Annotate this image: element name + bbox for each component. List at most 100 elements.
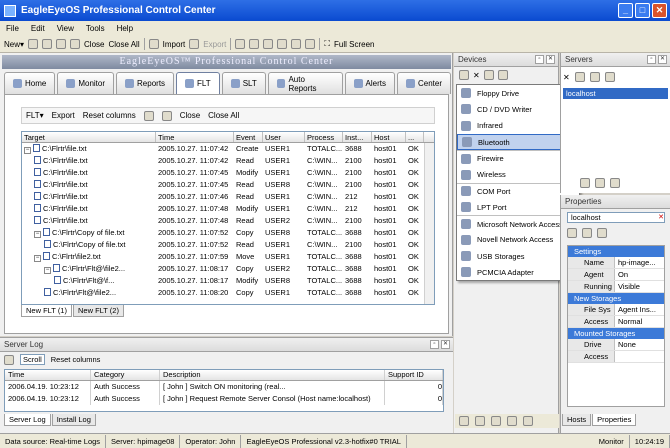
close-icon[interactable]: ✕ <box>441 340 450 349</box>
lock-icon[interactable] <box>263 39 274 49</box>
print-icon[interactable] <box>235 39 246 49</box>
properties-object-select[interactable]: localhost ✕ <box>567 212 665 223</box>
collapse-icon[interactable]: − <box>44 267 51 274</box>
close-icon[interactable]: ✕ <box>658 213 664 222</box>
column-time[interactable]: Time <box>156 132 234 142</box>
table-row[interactable]: C:\Flrtr\file.txt 2005.10.27. 11:07:45 Rea… <box>22 179 434 191</box>
box-icon[interactable] <box>610 178 620 188</box>
property-value[interactable]: Visible <box>615 281 640 292</box>
stop-icon[interactable] <box>291 39 302 49</box>
key-icon[interactable] <box>459 416 469 426</box>
collapse-icon[interactable]: − <box>34 231 41 238</box>
tab-home[interactable]: Home <box>4 72 56 94</box>
menu-help[interactable]: Help <box>117 24 133 33</box>
tab-server-log[interactable]: Server Log <box>4 414 51 426</box>
tab-flt[interactable]: FLT <box>176 72 220 94</box>
database-icon[interactable] <box>580 178 590 188</box>
table-row[interactable]: C:\Flrtr\Flt@\f... 2005.10.27. 11:08:17 Mo… <box>22 275 434 287</box>
tab-install-log[interactable]: Install Log <box>51 414 96 426</box>
save-icon[interactable] <box>28 39 39 49</box>
pin-icon[interactable]: ▫ <box>647 55 656 64</box>
property-value[interactable]: On <box>615 269 628 280</box>
menu-view[interactable]: View <box>57 24 74 33</box>
tab-properties[interactable]: Properties <box>592 414 637 426</box>
column-support-id[interactable]: Support ID <box>385 370 443 380</box>
table-row[interactable]: − C:\Flrtr\Copy of file.txt 2005.10.27. 11… <box>22 227 434 239</box>
column-user[interactable]: User <box>263 132 305 142</box>
column-target[interactable]: Target <box>22 132 156 142</box>
connect-icon[interactable] <box>574 72 585 82</box>
edit-icon[interactable] <box>597 228 607 238</box>
flt-export-button[interactable]: Export <box>52 111 75 120</box>
export-button[interactable]: Export <box>203 40 226 49</box>
tab-center[interactable]: Center <box>396 72 451 94</box>
property-row[interactable]: Name hp-image... <box>568 257 664 269</box>
close-icon[interactable]: ✕ <box>546 55 555 64</box>
remove-icon[interactable]: ✕ <box>563 73 570 82</box>
log-reset-columns-button[interactable]: Reset columns <box>51 355 101 364</box>
close-all-button[interactable]: Close All <box>108 40 139 49</box>
property-value[interactable] <box>615 351 618 362</box>
device-dropdown-icon[interactable] <box>459 70 469 80</box>
server-item-localhost[interactable]: localhost <box>563 88 668 99</box>
reset-columns-button[interactable]: Reset columns <box>83 111 136 120</box>
folder-icon[interactable] <box>507 416 517 426</box>
menu-edit[interactable]: Edit <box>31 24 45 33</box>
edit-icon[interactable] <box>4 354 14 365</box>
close-window-button[interactable]: ✕ <box>652 3 667 18</box>
property-row[interactable]: Running Visible <box>568 281 664 293</box>
delete-icon[interactable] <box>70 39 81 49</box>
refresh-icon[interactable] <box>497 70 508 80</box>
copy-icon[interactable] <box>56 39 67 49</box>
new-button[interactable]: New▾ <box>4 40 24 49</box>
tab-auto-reports[interactable]: Auto Reports <box>267 72 343 94</box>
log-row[interactable]: 2006.04.19. 10:23:12 Auth Success[ John ]… <box>5 393 443 405</box>
collapse-icon[interactable]: − <box>34 255 41 262</box>
property-row[interactable]: Agent On <box>568 269 664 281</box>
column-category[interactable]: Category <box>91 370 160 380</box>
property-row[interactable]: Access <box>568 351 664 363</box>
import-button[interactable]: Import <box>163 40 186 49</box>
grid-scrollbar[interactable] <box>424 143 434 304</box>
users-icon[interactable] <box>595 178 605 188</box>
table-row[interactable]: C:\Flrtr\file.txt 2005.10.27. 11:07:45 Mod… <box>22 167 434 179</box>
menu-tools[interactable]: Tools <box>86 24 105 33</box>
tab-new-flt-1[interactable]: New FLT (1) <box>21 305 72 317</box>
categorized-icon[interactable] <box>567 228 577 238</box>
property-value[interactable]: Agent Ins... <box>615 304 656 315</box>
collapse-icon[interactable]: − <box>24 147 31 154</box>
table-row[interactable]: − C:\Flrtr\file2.txt 2005.10.27. 11:07:59 M… <box>22 251 434 263</box>
alphabetical-icon[interactable] <box>582 228 592 238</box>
close-icon[interactable]: ✕ <box>658 55 667 64</box>
log-row[interactable]: 2006.04.19. 10:23:12 Auth Success[ John ]… <box>5 381 443 393</box>
property-row[interactable]: File Sys Agent Ins... <box>568 304 664 316</box>
lock-icon[interactable] <box>523 416 533 426</box>
column-description[interactable]: Description <box>160 370 385 380</box>
property-value[interactable]: None <box>615 339 636 350</box>
shield-icon[interactable] <box>475 416 485 426</box>
network-icon[interactable] <box>491 416 501 426</box>
table-row[interactable]: C:\Flrtr\Copy of file.txt 2005.10.27. 11:… <box>22 239 434 251</box>
table-row[interactable]: − C:\Flrtr\Flt@\file2... 2005.10.27. 11:08… <box>22 263 434 275</box>
full-screen-button[interactable]: Full Screen <box>334 40 374 49</box>
column-log-time[interactable]: Time <box>5 370 91 380</box>
tab-monitor[interactable]: Monitor <box>57 72 115 94</box>
print-icon[interactable] <box>143 110 154 121</box>
property-row[interactable]: Access Normal <box>568 316 664 328</box>
refresh-icon[interactable] <box>277 39 288 49</box>
flt-close-all-button[interactable]: Close All <box>208 111 239 120</box>
tab-new-flt-2[interactable]: New FLT (2) <box>72 305 124 317</box>
properties-icon[interactable] <box>483 70 494 80</box>
server-settings-icon[interactable] <box>604 72 615 82</box>
flt-dropdown-button[interactable]: FLT▾ <box>26 111 44 120</box>
tab-alerts[interactable]: Alerts <box>344 72 395 94</box>
column-instance[interactable]: Inst... <box>343 132 372 142</box>
scroll-toggle[interactable]: Scroll <box>20 354 45 365</box>
property-category[interactable]: Settings <box>568 246 664 257</box>
maximize-button[interactable]: □ <box>635 3 650 18</box>
print-preview-icon[interactable] <box>161 110 172 121</box>
menu-file[interactable]: File <box>6 24 19 33</box>
table-row[interactable]: − C:\Flrtr\file.txt 2005.10.27. 11:07:42 Cr… <box>22 143 434 155</box>
server-key-icon[interactable] <box>589 72 600 82</box>
column-process[interactable]: Process <box>305 132 343 142</box>
